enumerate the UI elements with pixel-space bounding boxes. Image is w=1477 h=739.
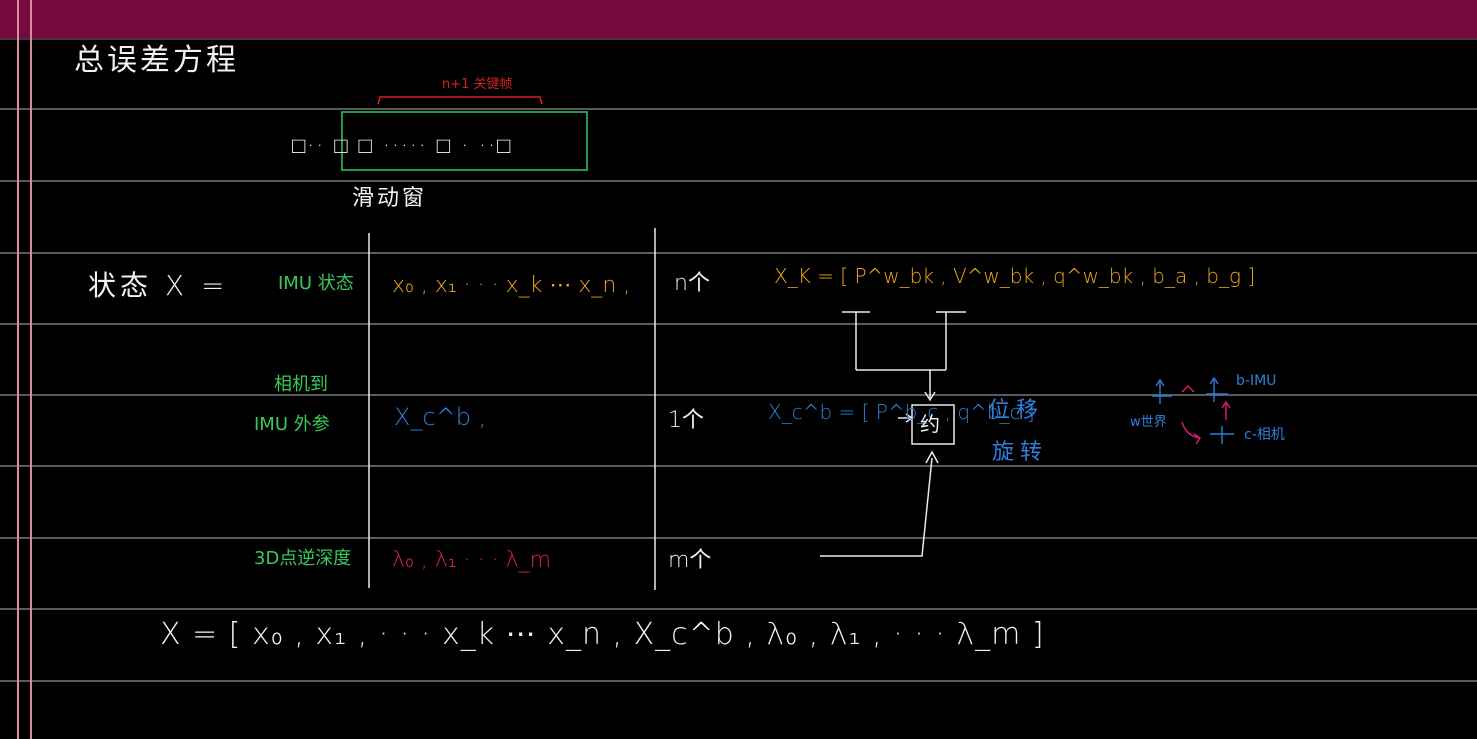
- box-label: 约: [920, 412, 940, 436]
- row-extrinsic-count: 1个: [668, 408, 704, 433]
- frame-w-world-label: w世界: [1130, 415, 1167, 430]
- frames-row: □·· □ □ ····· □ · ··□: [292, 134, 513, 159]
- page-title: 总误差方程: [74, 43, 239, 78]
- row-depth-value: λ₀ , λ₁ · · · λ_m: [392, 548, 552, 573]
- position-label: 位移: [988, 398, 1045, 423]
- final-equation: X = [ x₀ , x₁ , · · · x_k ⋯ x_n , X_c^b …: [160, 617, 1045, 652]
- rotation-label: 旋转: [992, 440, 1049, 465]
- row-imu-label: IMU 状态: [278, 273, 354, 294]
- frame-c-camera-label: c-相机: [1244, 427, 1285, 443]
- xk-definition: X_K = [ P^w_bk , V^w_bk , q^w_bk , b_a ,…: [774, 264, 1256, 288]
- row-extrinsic-label-1: 相机到: [274, 374, 328, 395]
- sliding-window-label: 滑动窗: [352, 186, 428, 211]
- row-depth-label: 3D点逆深度: [254, 548, 352, 569]
- row-extrinsic-label-2: IMU 外参: [254, 414, 330, 435]
- state-label: 状态 X =: [88, 269, 229, 302]
- row-imu-count: n个: [674, 271, 710, 296]
- keyframe-count-label: n+1 关键帧: [442, 77, 513, 92]
- frame-b-imu-label: b-IMU: [1236, 373, 1277, 389]
- row-depth-count: m个: [668, 548, 712, 573]
- row-imu-value: x₀ , x₁ · · · x_k ⋯ x_n ,: [392, 273, 631, 298]
- row-extrinsic-value: X_c^b ,: [394, 403, 487, 431]
